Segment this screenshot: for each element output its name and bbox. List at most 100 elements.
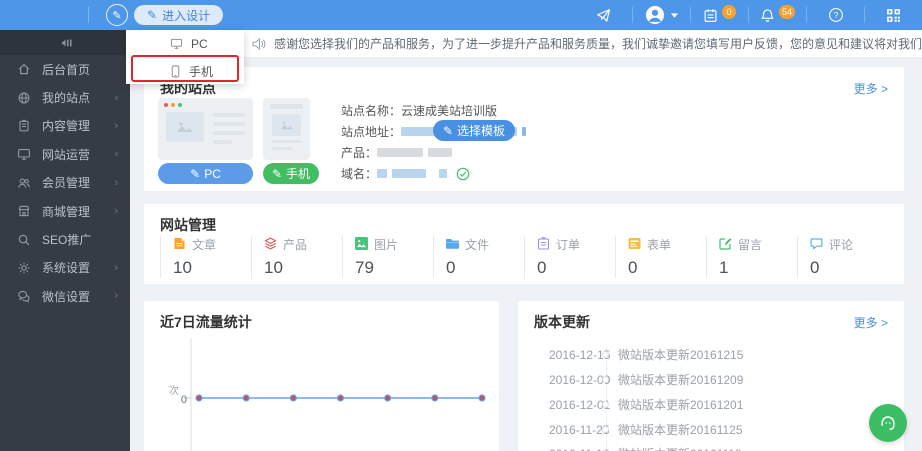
- version-row: 2016-11-18 微站版本更新20161118: [518, 441, 904, 451]
- choose-template-label: 选择模板: [457, 124, 506, 138]
- notifications-bell-icon[interactable]: 54: [749, 0, 806, 30]
- sidebar: 后台首页 我的站点 › 内容管理 › 网站运营 › 会员管理 › 商城管理 ›: [0, 30, 130, 451]
- stat-pictures[interactable]: 图片 79: [342, 236, 433, 278]
- topbar-divider: [88, 7, 89, 23]
- globe-icon: [17, 91, 31, 105]
- product-icon: [264, 237, 277, 253]
- site-manage-card: 网站管理 文章 10 产品 10 图片 79 文件 0 订单 0 表单 0 留言…: [143, 203, 905, 285]
- stat-label: 产品: [283, 238, 308, 252]
- chevron-right-icon: ›: [114, 176, 118, 189]
- chevron-right-icon: ›: [114, 119, 118, 132]
- redacted-value: [377, 169, 388, 178]
- edit-mobile-button[interactable]: ✎ 手机: [263, 163, 319, 184]
- stat-products[interactable]: 产品 10: [251, 236, 342, 278]
- dropdown-item-mobile[interactable]: 手机: [126, 57, 244, 84]
- timeline-dot-icon: [602, 426, 609, 433]
- wechat-icon: [17, 289, 31, 303]
- product-row: 产品：: [341, 142, 531, 163]
- stat-value: 0: [810, 258, 820, 277]
- sidebar-item-seo[interactable]: SEO推广: [0, 225, 130, 253]
- site-manage-title: 网站管理: [160, 217, 216, 233]
- stat-forms[interactable]: 表单 0: [615, 236, 706, 278]
- choose-template-button[interactable]: ✎ 选择模板: [433, 120, 515, 141]
- sidebar-collapse-button[interactable]: [0, 30, 130, 55]
- edit-pc-button[interactable]: ✎ PC: [158, 163, 253, 184]
- timeline-dot-icon: [602, 376, 609, 383]
- account-menu[interactable]: [633, 0, 690, 30]
- tasks-icon[interactable]: 0: [691, 0, 748, 30]
- check-circle-icon: [456, 167, 470, 181]
- stat-orders[interactable]: 订单 0: [524, 236, 615, 278]
- site-url-label: 站点地址：: [341, 125, 402, 139]
- redacted-value: [401, 127, 436, 136]
- sidebar-item-label: 会员管理: [42, 176, 91, 191]
- mobile-site-thumbnail[interactable]: [263, 98, 310, 160]
- domain-label: 域名：: [341, 167, 378, 181]
- stat-comments[interactable]: 评论 0: [797, 236, 888, 278]
- article-icon: [173, 237, 186, 253]
- stat-files[interactable]: 文件 0: [433, 236, 524, 278]
- pc-site-thumbnail[interactable]: [158, 98, 253, 160]
- dropdown-pc-label: PC: [191, 36, 208, 51]
- stat-messages[interactable]: 留言 1: [706, 236, 797, 278]
- redacted-value: [392, 169, 427, 178]
- shop-icon: [17, 204, 31, 218]
- sidebar-item-settings[interactable]: 系统设置 ›: [0, 254, 130, 282]
- chart-y-tick: 0: [181, 394, 187, 406]
- order-icon: [537, 236, 550, 253]
- stat-articles[interactable]: 文章 10: [160, 236, 251, 278]
- version-date: 2016-11-25: [549, 422, 610, 437]
- redacted-value: [522, 127, 527, 136]
- sidebar-item-content[interactable]: 内容管理 ›: [0, 112, 130, 140]
- file-folder-icon: [446, 237, 459, 253]
- sidebar-item-members[interactable]: 会员管理 ›: [0, 169, 130, 197]
- qr-code-icon[interactable]: [865, 0, 922, 30]
- sidebar-item-my-site[interactable]: 我的站点 ›: [0, 83, 130, 111]
- topbar-right-icons: 0 54 ?: [575, 0, 922, 30]
- sidebar-item-label: 网站运营: [42, 147, 91, 162]
- sidebar-item-label: 系统设置: [42, 261, 91, 276]
- version-text: 微站版本更新20161209: [618, 373, 744, 387]
- send-icon[interactable]: [575, 0, 632, 30]
- stat-label: 文章: [192, 238, 217, 252]
- customer-service-button[interactable]: [869, 404, 907, 442]
- svg-text:?: ?: [833, 10, 838, 20]
- notifications-badge: 54: [778, 5, 795, 19]
- chevron-right-icon: ›: [114, 205, 118, 218]
- sidebar-item-label: 后台首页: [42, 62, 91, 77]
- sidebar-item-label: 我的站点: [42, 91, 91, 106]
- stat-value: 10: [173, 258, 192, 277]
- help-icon[interactable]: ?: [807, 0, 864, 30]
- browser-dots-icon: [164, 103, 182, 107]
- dropdown-mobile-label: 手机: [189, 64, 214, 79]
- enter-design-button[interactable]: ✎ 进入设计: [134, 5, 224, 25]
- sidebar-item-label: SEO推广: [42, 233, 92, 248]
- gear-icon: [17, 261, 31, 275]
- design-pencil-circle-icon[interactable]: ✎: [106, 4, 128, 26]
- sidebar-item-mall[interactable]: 商城管理 ›: [0, 197, 130, 225]
- chevron-right-icon: ›: [114, 261, 118, 274]
- dropdown-item-pc[interactable]: PC: [126, 30, 244, 57]
- sidebar-item-home[interactable]: 后台首页: [0, 55, 130, 83]
- product-label: 产品：: [341, 146, 378, 160]
- comment-icon: [810, 237, 823, 253]
- clipboard-icon: [17, 119, 31, 133]
- chevron-right-icon: ›: [114, 91, 118, 104]
- text-lines-decor: [213, 113, 245, 149]
- traffic-card: 近7日流量统计 次 0: [143, 300, 500, 451]
- pencil-icon: ✎: [271, 166, 283, 181]
- image-placeholder-icon: [166, 112, 204, 142]
- version-text: 微站版本更新20161125: [618, 423, 743, 437]
- image-placeholder-icon: [272, 114, 301, 136]
- sidebar-item-operations[interactable]: 网站运营 ›: [0, 140, 130, 168]
- users-icon: [17, 176, 31, 190]
- sidebar-item-wechat[interactable]: 微信设置 ›: [0, 282, 130, 310]
- chevron-down-icon: [671, 12, 678, 18]
- collapse-sidebar-icon: [61, 39, 72, 46]
- version-row: 2016-12-01 微站版本更新20161201: [518, 392, 904, 417]
- stat-label: 留言: [738, 238, 763, 252]
- version-updates-more-link[interactable]: 更多 >: [854, 314, 888, 331]
- my-site-more-link[interactable]: 更多 >: [854, 80, 888, 97]
- text-line-decor: [270, 104, 303, 109]
- redacted-value: [439, 169, 448, 178]
